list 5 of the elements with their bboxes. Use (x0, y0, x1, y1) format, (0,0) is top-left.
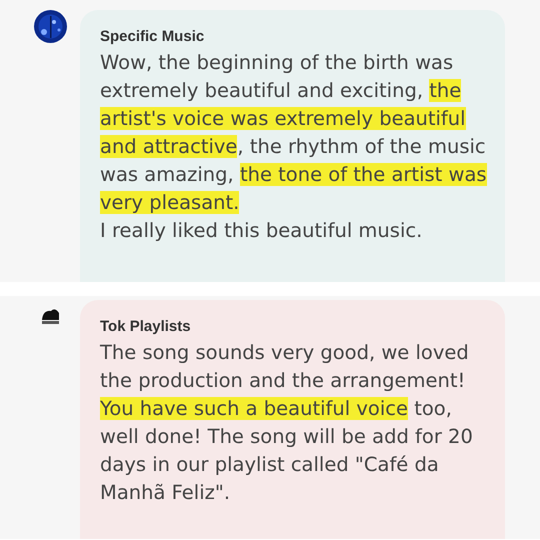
author-name: Specific Music (100, 28, 206, 45)
comment-text: I really liked this beautiful music. (100, 218, 424, 244)
comment-text: Wow, the beginning of the birth was extremely beautiful and exciting, the artist's voice was extremely beautiful and attractive, the rhythm of the music was amazing, the tone of the artist was very pleasant. (100, 50, 488, 216)
comment-text: The song sounds very good, we loved the production and the arrangement! You have such a beautiful voice too, well done! The song will be add for 20 days in our playlist called "Café da Manhã Feliz". (100, 340, 474, 506)
author-name: Tok Playlists (100, 318, 192, 335)
